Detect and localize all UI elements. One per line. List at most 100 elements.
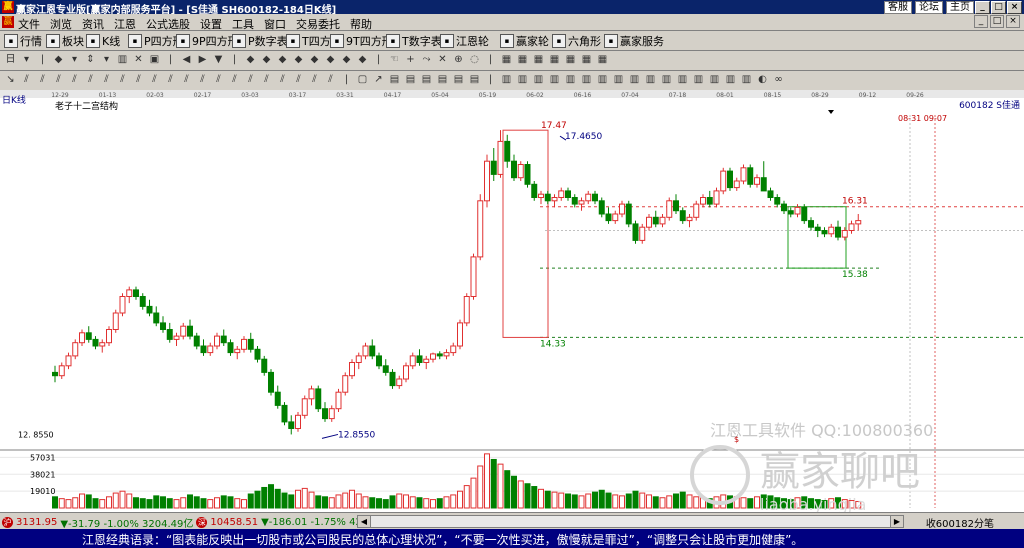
candle-body[interactable] <box>524 164 531 185</box>
menu-item[interactable]: 资讯 <box>82 16 104 32</box>
candle-body[interactable] <box>605 213 612 222</box>
candle-body[interactable] <box>443 352 450 357</box>
candle-body[interactable] <box>592 193 598 202</box>
draw-tool-icon[interactable]: ⫽ <box>260 73 273 87</box>
candle-body[interactable] <box>389 371 396 387</box>
draw-tool-icon[interactable]: ⫽ <box>228 73 241 87</box>
candle-body[interactable] <box>477 200 484 258</box>
draw-tool-icon[interactable]: ▥ <box>532 73 545 87</box>
candle-body[interactable] <box>187 325 193 337</box>
candle-body[interactable] <box>747 167 754 185</box>
draw-tool-icon[interactable]: ▦ <box>548 53 561 67</box>
minimize-button[interactable]: _ <box>975 1 990 14</box>
candle-body[interactable] <box>355 355 362 363</box>
candle-body[interactable] <box>234 348 241 354</box>
draw-tool-icon[interactable]: ▦ <box>500 53 513 67</box>
candle-body[interactable] <box>450 345 457 354</box>
candle-body[interactable] <box>659 216 666 225</box>
toolbar-button[interactable]: ▪ 9T四方形 <box>330 33 393 49</box>
draw-tool-icon[interactable]: ▥ <box>740 73 753 87</box>
candle-body[interactable] <box>781 203 787 212</box>
candle-body[interactable] <box>409 355 416 367</box>
draw-tool-icon[interactable]: ◆ <box>276 53 289 67</box>
draw-tool-icon[interactable]: ◆ <box>52 53 65 67</box>
draw-tool-icon[interactable]: ◀ <box>180 53 193 67</box>
draw-tool-icon[interactable]: ⫽ <box>84 73 97 87</box>
candle-body[interactable] <box>754 177 760 185</box>
draw-tool-icon[interactable]: ⫽ <box>164 73 177 87</box>
draw-tool-icon[interactable]: ▢ <box>356 73 369 87</box>
candle-body[interactable] <box>72 342 79 357</box>
menu-item[interactable]: 公式选股 <box>146 16 190 32</box>
draw-tool-icon[interactable]: ▦ <box>564 53 577 67</box>
draw-tool-icon[interactable]: ▤ <box>420 73 433 87</box>
draw-tool-icon[interactable]: ▦ <box>596 53 609 67</box>
draw-tool-icon[interactable]: ▦ <box>580 53 593 67</box>
candle-body[interactable] <box>254 348 261 360</box>
candle-body[interactable] <box>551 197 558 202</box>
draw-tool-icon[interactable]: ▥ <box>596 73 609 87</box>
child-minimize-button[interactable]: _ <box>974 15 988 28</box>
candle-body[interactable] <box>416 355 423 363</box>
draw-tool-icon[interactable]: ▦ <box>516 53 529 67</box>
candle-body[interactable] <box>335 391 342 410</box>
draw-tool-icon[interactable]: ▥ <box>724 73 737 87</box>
candle-body[interactable] <box>835 226 841 238</box>
candle-body[interactable] <box>774 197 781 205</box>
candle-body[interactable] <box>585 193 592 202</box>
draw-tool-icon[interactable]: ◆ <box>340 53 353 67</box>
child-restore-button[interactable]: □ <box>990 15 1004 28</box>
chart-area[interactable]: 12-29 01-13 02-03 02-17 03-03 03-17 03-31 04-17… <box>0 90 1024 514</box>
draw-tool-icon[interactable]: ▾ <box>68 53 81 67</box>
candle-body[interactable] <box>430 353 436 360</box>
draw-tool-icon[interactable]: ▥ <box>676 73 689 87</box>
candle-body[interactable] <box>200 345 207 354</box>
candle-body[interactable] <box>767 190 774 199</box>
candle-body[interactable] <box>207 345 214 354</box>
draw-tool-icon[interactable]: ⫽ <box>276 73 289 87</box>
candle-body[interactable] <box>794 206 801 215</box>
draw-tool-icon[interactable]: ∞ <box>772 73 785 87</box>
candle-body[interactable] <box>349 362 355 377</box>
candle-body[interactable] <box>504 140 511 162</box>
candle-body[interactable] <box>571 197 578 205</box>
draw-tool-icon[interactable]: ⫽ <box>308 73 321 87</box>
candle-body[interactable] <box>544 193 551 202</box>
draw-tool-icon[interactable]: ▾ <box>100 53 113 67</box>
candle-body[interactable] <box>220 335 227 344</box>
toolbar-button[interactable]: ▪ 行情 <box>4 33 42 49</box>
candle-body[interactable] <box>92 338 99 347</box>
draw-tool-icon[interactable]: ⇕ <box>84 53 97 67</box>
draw-tool-icon[interactable]: ◆ <box>292 53 305 67</box>
scroll-left-button[interactable]: ◀ <box>358 516 371 527</box>
candle-body[interactable] <box>288 421 295 429</box>
toolbar-button[interactable]: ▪ P数字表 <box>232 33 288 49</box>
candle-body[interactable] <box>686 216 693 222</box>
draw-tool-icon[interactable]: ⫽ <box>244 73 257 87</box>
candle-body[interactable] <box>855 220 862 225</box>
draw-tool-icon[interactable]: ▾ <box>20 53 33 67</box>
candle-body[interactable] <box>268 371 274 393</box>
candle-body[interactable] <box>470 256 477 297</box>
draw-tool-icon[interactable]: ▥ <box>692 73 705 87</box>
candle-body[interactable] <box>274 391 281 406</box>
draw-tool-icon[interactable]: ◌ <box>468 53 481 67</box>
draw-tool-icon[interactable]: ◐ <box>756 73 769 87</box>
toolbar-button[interactable]: ▪ 板块 <box>46 33 84 49</box>
draw-tool-icon[interactable]: ▥ <box>564 73 577 87</box>
candle-body[interactable] <box>511 160 517 179</box>
candle-body[interactable] <box>362 345 369 357</box>
draw-tool-icon[interactable]: ▥ <box>500 73 513 87</box>
draw-tool-icon[interactable]: ◆ <box>308 53 321 67</box>
candle-body[interactable] <box>99 342 106 347</box>
candle-body[interactable] <box>612 213 619 222</box>
candle-body[interactable] <box>700 197 706 205</box>
candle-body[interactable] <box>808 220 814 228</box>
candle-body[interactable] <box>180 325 187 337</box>
draw-tool-icon[interactable]: ▥ <box>116 53 129 67</box>
candle-body[interactable] <box>639 226 646 241</box>
candle-body[interactable] <box>133 289 139 297</box>
child-close-button[interactable]: × <box>1006 15 1020 28</box>
candle-body[interactable] <box>126 289 133 297</box>
draw-tool-icon[interactable]: ▦ <box>532 53 545 67</box>
